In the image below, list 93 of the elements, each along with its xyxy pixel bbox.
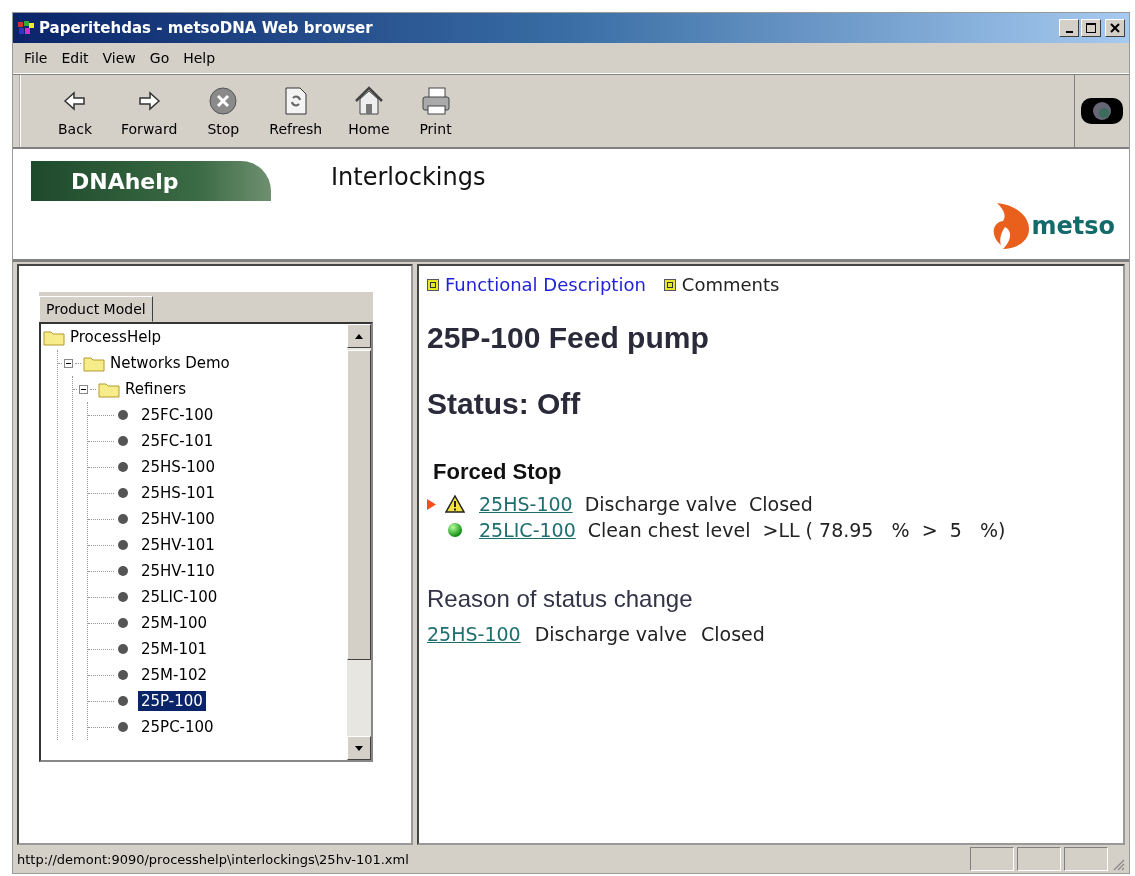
up-arrow-icon: [355, 333, 363, 339]
bullet-icon: [118, 722, 128, 732]
menu-item[interactable]: Go: [142, 48, 177, 68]
status-dot-icon: [447, 522, 463, 538]
menu-item[interactable]: File: [17, 48, 55, 68]
maximize-button[interactable]: [1081, 19, 1101, 37]
maximize-icon: [1086, 23, 1096, 33]
tree-item[interactable]: 25PC-100: [138, 717, 217, 737]
printer-icon: [419, 86, 452, 116]
app-icon: [17, 20, 35, 36]
status-panel: [1017, 847, 1061, 871]
description-text: Discharge valve: [584, 493, 737, 515]
status-text: http://demont:9090/processhelp\interlockings\25hv-101.xml: [17, 851, 410, 867]
bullet-icon: [118, 566, 128, 576]
status-panel: [970, 847, 1014, 871]
bullet-icon: [118, 540, 128, 550]
toolbar-button[interactable]: Back: [49, 83, 101, 139]
bullet-icon: [118, 514, 128, 524]
logo-icon: [991, 201, 1032, 251]
nav-label[interactable]: Comments: [681, 274, 780, 295]
bullet-icon: [118, 696, 128, 706]
state-text: Closed: [700, 623, 765, 645]
resize-grip-icon[interactable]: [1111, 857, 1125, 871]
tree-item[interactable]: 25FC-100: [138, 405, 217, 425]
forward-arrow-icon: [137, 90, 162, 112]
throbber-icon: [1080, 96, 1124, 126]
close-button[interactable]: [1105, 19, 1125, 37]
tree-item[interactable]: 25HV-100: [138, 509, 218, 529]
tree-item[interactable]: 25LIC-100: [138, 587, 221, 607]
bullet-icon: [118, 462, 128, 472]
tree-item[interactable]: 25M-101: [138, 639, 211, 659]
tree-item[interactable]: ProcessHelp: [67, 327, 165, 347]
status-heading: Status: Off: [427, 387, 582, 421]
back-arrow-icon: [63, 90, 87, 112]
bullet-square-icon: [427, 278, 439, 291]
scroll-up-button[interactable]: [347, 324, 371, 348]
bullet-icon: [118, 488, 128, 498]
menu-item[interactable]: View: [95, 48, 143, 68]
bullet-icon: [118, 644, 128, 654]
scroll-thumb[interactable]: [347, 350, 371, 660]
bullet-icon: [118, 436, 128, 446]
refresh-icon: [282, 86, 309, 116]
toolbar-button[interactable]: Forward: [115, 83, 184, 139]
page-title: Interlockings: [331, 163, 486, 191]
section-heading: Reason of status change: [427, 585, 694, 613]
tree-item[interactable]: 25P-100: [138, 691, 206, 711]
tag-link[interactable]: 25HS-100: [479, 493, 573, 515]
toolbar-button[interactable]: Refresh: [263, 83, 329, 139]
window-title: Paperitehdas - metsoDNA Web browser: [39, 19, 374, 37]
toolbar-button[interactable]: Stop: [197, 83, 250, 139]
description-text: Discharge valve: [534, 623, 687, 645]
down-arrow-icon: [355, 745, 363, 751]
tree-item[interactable]: 25M-100: [138, 613, 211, 633]
tag-link[interactable]: 25HS-100: [427, 623, 521, 645]
tag-link[interactable]: 25LIC-100: [479, 519, 576, 541]
tree-item[interactable]: 25HV-110: [138, 561, 218, 581]
stop-icon: [208, 86, 239, 116]
state-text: Closed: [748, 493, 813, 515]
scroll-down-button[interactable]: [347, 736, 371, 760]
functional-description-link[interactable]: Functional Description: [445, 274, 646, 295]
status-panel: [1064, 847, 1108, 871]
minimize-icon: [1065, 31, 1073, 33]
menu-item[interactable]: Help: [176, 48, 223, 68]
state-text: >LL ( 78.95 % > 5 %): [762, 519, 1006, 541]
tree-item[interactable]: 25HV-101: [138, 535, 218, 555]
warning-icon: [445, 495, 465, 513]
product-banner: DNAhelp: [31, 161, 271, 201]
tree-item[interactable]: 25M-102: [138, 665, 211, 685]
page-heading: 25P-100 Feed pump: [427, 321, 710, 355]
section-heading: Forced Stop: [433, 459, 563, 485]
tree-item[interactable]: 25HS-101: [138, 483, 218, 503]
bullet-icon: [118, 592, 128, 602]
description-text: Clean chest level: [587, 519, 751, 541]
bullet-icon: [118, 618, 128, 628]
bullet-icon: [118, 670, 128, 680]
menu-item[interactable]: Edit: [54, 48, 96, 68]
toolbar-button[interactable]: Print: [409, 83, 462, 139]
brand-name: metso: [1031, 212, 1115, 240]
bullet-square-icon: [663, 278, 676, 291]
tree-item[interactable]: 25HS-100: [138, 457, 218, 477]
bullet-icon: [118, 410, 128, 420]
tree-item[interactable]: Networks Demo: [107, 353, 233, 373]
minimize-button[interactable]: [1059, 19, 1079, 37]
tree-item[interactable]: 25FC-101: [138, 431, 217, 451]
scrollbar[interactable]: [347, 324, 371, 760]
folder-icon: [83, 354, 105, 372]
folder-icon: [43, 328, 65, 346]
collapse-box-icon[interactable]: [79, 384, 88, 394]
folder-icon: [98, 380, 120, 398]
collapse-box-icon[interactable]: [64, 358, 73, 368]
toolbar-button[interactable]: Home: [342, 83, 396, 139]
tree-item[interactable]: Refiners: [122, 379, 190, 399]
close-icon: [1110, 23, 1120, 33]
